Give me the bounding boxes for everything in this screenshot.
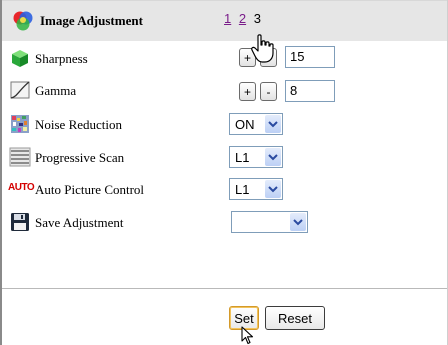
noise-reduction-label: Noise Reduction [35,117,123,132]
save-adjustment-select[interactable] [231,211,308,233]
set-button[interactable]: Set [229,306,259,330]
row-save-adjustment: Save Adjustment [2,206,447,238]
row-sharpness: Sharpness + - 15 [2,42,447,74]
sharpness-plus-button[interactable]: + [239,48,256,67]
page-current: 3 [253,11,261,26]
chevron-down-icon [265,180,281,198]
chevron-down-icon [265,148,281,166]
noise-reduction-select[interactable]: ON [229,113,283,135]
row-gamma: Gamma + - 8 [2,74,447,106]
row-progressive-scan: Progressive Scan L1 [2,141,447,173]
color-wheel-icon [13,11,33,31]
chevron-down-icon [290,213,306,231]
gamma-plus-button[interactable]: + [239,82,256,101]
row-noise-reduction: Noise Reduction ON [2,108,447,140]
noise-pattern-icon [11,115,29,133]
auto-picture-control-select[interactable]: L1 [229,178,283,200]
auto-picture-control-value: L1 [235,182,250,197]
progressive-scan-select[interactable]: L1 [229,146,283,168]
progressive-scan-value: L1 [235,150,250,165]
reset-button[interactable]: Reset [265,306,325,330]
gamma-label: Gamma [35,83,77,98]
sharpness-label: Sharpness [35,51,88,66]
noise-reduction-value: ON [235,117,255,132]
pager: 1 2 3 [224,11,261,26]
scan-lines-icon [9,147,31,167]
gamma-minus-button[interactable]: - [260,82,277,101]
auto-badge-icon: AUTO [8,182,35,193]
gamma-curve-icon [10,81,30,99]
row-auto-picture-control: AUTO Auto Picture Control L1 [2,173,447,205]
gamma-value-field[interactable]: 8 [285,80,335,102]
header-bar: Image Adjustment 1 2 3 [2,1,447,41]
save-adjustment-label: Save Adjustment [35,215,124,230]
divider [2,288,447,289]
page-link-2[interactable]: 2 [239,11,246,26]
auto-picture-control-label: Auto Picture Control [35,182,145,197]
green-cube-icon [12,50,28,67]
page-title: Image Adjustment [40,13,143,28]
page-link-1[interactable]: 1 [224,11,231,26]
chevron-down-icon [265,115,281,133]
sharpness-value-field[interactable]: 15 [285,46,335,68]
sharpness-minus-button[interactable]: - [260,48,277,67]
floppy-disk-icon [11,213,29,231]
progressive-scan-label: Progressive Scan [35,150,125,165]
